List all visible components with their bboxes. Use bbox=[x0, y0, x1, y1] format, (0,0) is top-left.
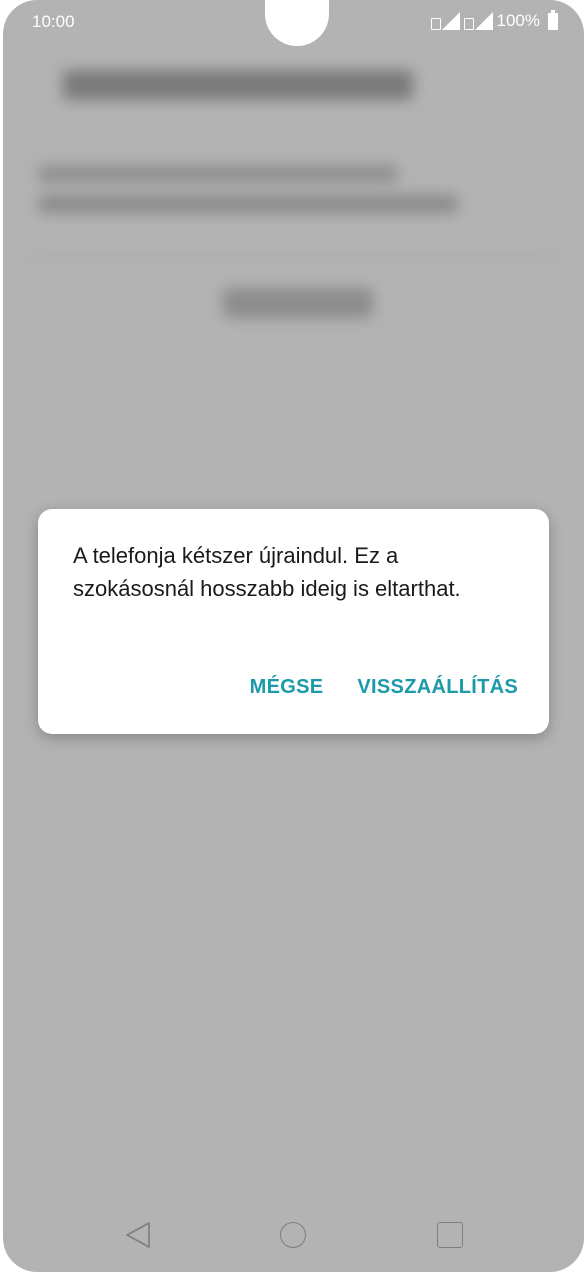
status-icons: 100% bbox=[430, 9, 558, 31]
reset-confirm-dialog: A telefonja kétszer újraindul. Ez a szok… bbox=[38, 509, 549, 734]
back-icon[interactable] bbox=[125, 1221, 151, 1249]
sim1-signal-icon bbox=[430, 12, 460, 30]
recent-apps-icon[interactable] bbox=[437, 1222, 463, 1248]
blurred-title bbox=[63, 70, 413, 100]
dialog-message: A telefonja kétszer újraindul. Ez a szok… bbox=[73, 543, 461, 601]
blurred-button bbox=[223, 288, 373, 318]
battery-percent: 100% bbox=[496, 11, 540, 30]
screen: 10:00 100% A telefonja kétszer újraindul… bbox=[3, 0, 584, 1272]
dialog-actions: MÉGSE VISSZAÁLLÍTÁS bbox=[250, 676, 518, 699]
status-bar: 10:00 100% bbox=[3, 0, 584, 44]
blurred-text-line bbox=[38, 195, 458, 213]
blurred-background-content bbox=[3, 0, 584, 420]
navigation-bar bbox=[3, 1205, 584, 1265]
reset-button[interactable]: VISSZAÁLLÍTÁS bbox=[357, 676, 518, 699]
home-icon[interactable] bbox=[280, 1222, 306, 1248]
blurred-divider bbox=[28, 255, 558, 258]
blurred-text-line bbox=[38, 165, 398, 183]
status-time: 10:00 bbox=[32, 12, 75, 31]
phone-frame: 10:00 100% A telefonja kétszer újraindul… bbox=[0, 0, 587, 1272]
sim2-signal-icon bbox=[463, 12, 493, 30]
cancel-button[interactable]: MÉGSE bbox=[250, 676, 324, 699]
battery-icon bbox=[548, 9, 558, 30]
